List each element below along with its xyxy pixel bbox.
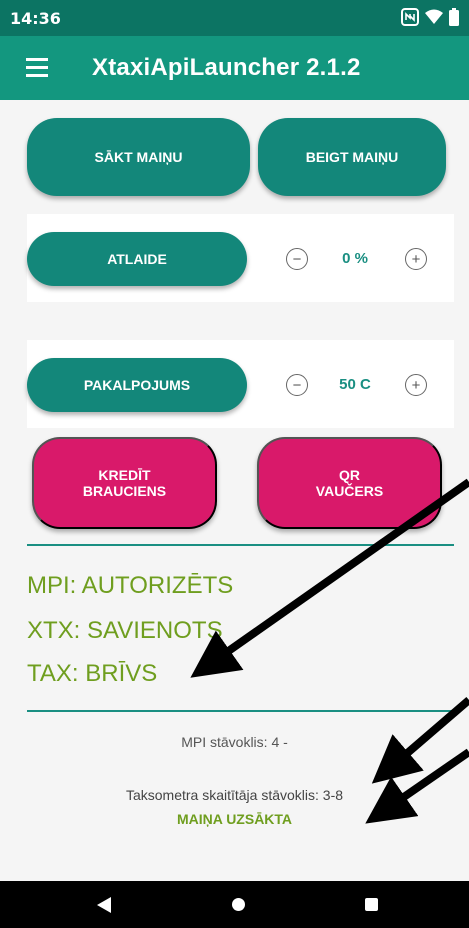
service-button[interactable]: PAKALPOJUMS: [27, 358, 247, 412]
start-shift-button[interactable]: SĀKT MAIŅU: [27, 118, 250, 196]
service-card: PAKALPOJUMS − 50 C +: [27, 340, 454, 428]
discount-increase-icon[interactable]: +: [405, 248, 427, 270]
divider: [27, 544, 454, 546]
taximeter-state-text: Taksometra skaitītāja stāvoklis: 3-8: [125, 787, 344, 803]
credit-ride-button[interactable]: KREDĪT BRAUCIENS: [32, 437, 217, 529]
service-value: 50 C: [339, 376, 371, 393]
main-content: SĀKT MAIŅU BEIGT MAIŅU ATLAIDE − 0 % + P…: [0, 100, 469, 881]
xtx-status: XTX: SAVIENOTS: [27, 617, 223, 644]
hamburger-menu-icon[interactable]: [26, 58, 48, 77]
shift-state-text: MAIŅA UZSĀKTA: [176, 811, 293, 827]
divider: [27, 710, 454, 712]
app-title: XtaxiApiLauncher 2.1.2: [92, 54, 361, 81]
discount-card: ATLAIDE − 0 % +: [27, 214, 454, 302]
app-bar: XtaxiApiLauncher 2.1.2: [0, 36, 469, 100]
status-bar: 14:36: [0, 0, 469, 36]
service-increase-icon[interactable]: +: [405, 374, 427, 396]
discount-button[interactable]: ATLAIDE: [27, 232, 247, 286]
mpi-status: MPI: AUTORIZĒTS: [27, 572, 234, 599]
discount-decrease-icon[interactable]: −: [286, 248, 308, 270]
back-icon[interactable]: [97, 897, 111, 913]
battery-icon: [449, 8, 459, 26]
navigation-bar: [0, 881, 469, 928]
status-time: 14:36: [10, 9, 61, 28]
nfc-icon: [401, 8, 419, 26]
status-icons: [401, 8, 459, 26]
tax-status: TAX: BRĪVS: [27, 660, 158, 687]
recent-apps-icon[interactable]: [365, 898, 378, 911]
wifi-icon: [425, 9, 443, 24]
home-icon[interactable]: [232, 898, 245, 911]
qr-voucher-button[interactable]: QR VAUČERS: [257, 437, 442, 529]
end-shift-button[interactable]: BEIGT MAIŅU: [258, 118, 446, 196]
service-decrease-icon[interactable]: −: [286, 374, 308, 396]
mpi-state-text: MPI stāvoklis: 4 -: [181, 734, 288, 750]
discount-value: 0 %: [342, 250, 368, 267]
